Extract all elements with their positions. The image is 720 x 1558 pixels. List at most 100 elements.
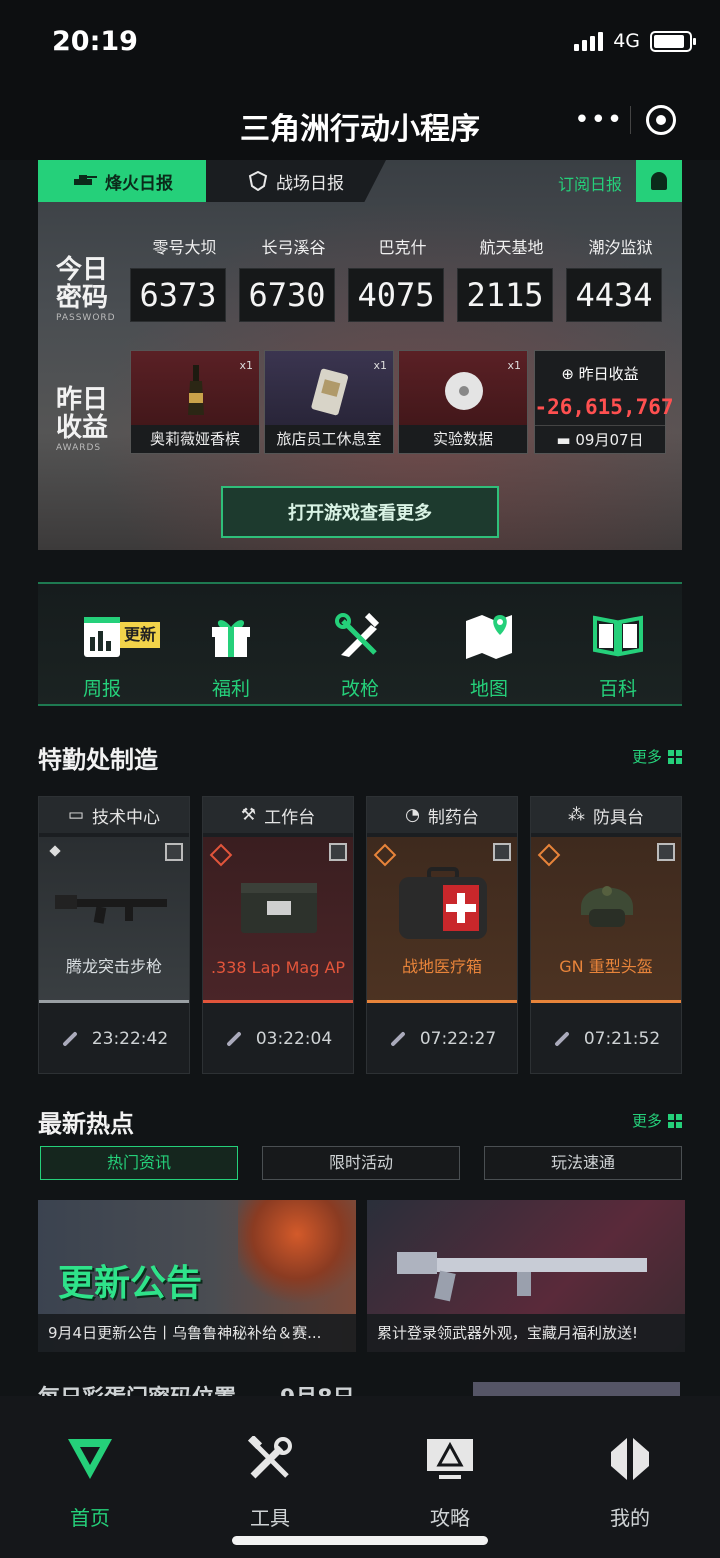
craft-timer: 23:22:42 <box>91 1029 169 1049</box>
crafting-more-link[interactable]: 更多 <box>632 746 682 767</box>
grid-icon <box>668 1113 682 1128</box>
map-name: 航天基地 <box>479 238 544 257</box>
yesterday-items: x1 奥莉薇娅香槟 x1 旅店员工休息室 x1 实验数据 <box>130 350 528 454</box>
open-game-button[interactable]: 打开游戏查看更多 <box>221 486 499 538</box>
craft-item-name: 战地医疗箱 <box>401 957 482 976</box>
tab-gameplay-guide[interactable]: 玩法速通 <box>484 1146 682 1180</box>
craft-item-name: .338 Lap Mag AP <box>210 958 346 977</box>
station-name: 防具台 <box>593 807 644 828</box>
password-heading: 今日 密码 PASSWORD <box>56 255 116 323</box>
quick-link-wiki[interactable]: 百科 <box>568 610 668 701</box>
profile-logo-icon <box>602 1434 658 1484</box>
document-icon <box>493 843 511 861</box>
station-name: 制药台 <box>427 807 479 828</box>
rarity-diamond-icon <box>209 843 233 867</box>
award-item[interactable]: x1 实验数据 <box>398 350 528 454</box>
wrench-icon <box>388 1030 406 1048</box>
craft-station-armor[interactable]: ⁂ 防具台 GN 重型头盔 07:21:52 <box>530 796 682 1074</box>
earnings-value: -26,615,767 <box>534 395 674 419</box>
hot-title: 最新热点 <box>38 1110 134 1138</box>
map-name: 潮汐监狱 <box>588 238 653 257</box>
disc-icon <box>445 372 483 410</box>
map-password: 6730 <box>239 268 335 322</box>
rifle-icon <box>55 895 167 924</box>
champagne-bottle-icon <box>188 365 204 415</box>
awards-title: 昨日 收益 <box>56 385 109 443</box>
next-headline-thumb <box>473 1382 680 1396</box>
quick-link-map[interactable]: 地图 <box>439 610 539 701</box>
tab-limited-events[interactable]: 限时活动 <box>262 1146 460 1180</box>
map-name: 长弓溪谷 <box>261 238 326 257</box>
craft-item-name: 腾龙突击步枪 <box>65 957 162 976</box>
document-icon <box>657 843 675 861</box>
tab-battlefield-daily[interactable]: 战场日报 <box>206 160 386 202</box>
news-overlay-title: 更新公告 <box>58 1263 203 1304</box>
quick-link-label: 改枪 <box>340 678 379 700</box>
craft-station-pharmacy[interactable]: ◔ 制药台 战地医疗箱 07:22:27 <box>366 796 518 1074</box>
helmet-badge-icon <box>248 171 268 191</box>
armor-plates-icon: ⁂ <box>568 805 585 825</box>
craft-item-name: GN 重型头盔 <box>559 957 653 976</box>
ammo-box-icon <box>241 883 317 933</box>
yesterday-earnings: ⊕ 昨日收益 -26,615,767 ▬ 09月07日 <box>534 350 674 454</box>
wrench-icon <box>552 1030 570 1048</box>
home-indicator[interactable] <box>232 1536 488 1545</box>
map-password: 4434 <box>566 268 662 322</box>
awards-heading: 昨日 收益 AWARDS <box>56 385 109 453</box>
quick-link-gun-mod[interactable]: 改枪 <box>310 610 410 701</box>
medical-kit-icon <box>399 867 487 939</box>
map-name: 零号大坝 <box>152 238 217 257</box>
target-close-icon[interactable] <box>630 105 692 135</box>
tab-home[interactable]: 首页 <box>30 1434 150 1531</box>
gun-wrench-icon <box>333 610 387 662</box>
rarity-diamond-icon <box>373 843 397 867</box>
tab-hot-news[interactable]: 热门资讯 <box>40 1146 238 1180</box>
open-book-icon <box>591 610 645 662</box>
quick-links: 更新 周报 福利 改枪 地图 百科 <box>38 582 682 706</box>
status-bar: 20:19 4G <box>0 0 720 88</box>
wrench-icon <box>224 1030 242 1048</box>
gift-icon <box>204 610 258 662</box>
quick-link-weekly-report[interactable]: 更新 周报 <box>52 610 160 701</box>
tab-fenghuo-daily[interactable]: 烽火日报 <box>38 160 206 202</box>
tab-tools[interactable]: 工具 <box>210 1434 330 1531</box>
quick-link-benefits[interactable]: 福利 <box>181 610 281 701</box>
status-time: 20:19 <box>52 26 138 57</box>
capsule-menu: ••• <box>568 96 692 144</box>
earnings-label: ⊕ 昨日收益 <box>561 365 639 383</box>
map-names: 零号大坝 长弓溪谷 巴克什 航天基地 潮汐监狱 <box>130 234 675 258</box>
hot-more-link[interactable]: 更多 <box>632 1110 682 1131</box>
document-icon <box>165 843 183 861</box>
craft-timer: 03:22:04 <box>255 1029 333 1049</box>
map-password: 6373 <box>130 268 226 322</box>
subscribe-daily-link[interactable]: 订阅日报 <box>558 171 622 195</box>
rarity-diamond-icon <box>537 843 561 867</box>
grid-icon <box>668 749 682 764</box>
craft-timer: 07:22:27 <box>419 1029 497 1049</box>
weapon-skin-image <box>397 1252 647 1302</box>
tab-label: 工具 <box>250 1506 290 1530</box>
bottom-tab-bar: 首页 工具 攻略 我的 <box>0 1396 720 1558</box>
rarity-diamond-icon <box>49 845 61 857</box>
home-logo-icon <box>62 1434 118 1484</box>
battery-icon <box>650 30 696 52</box>
craft-timer: 07:21:52 <box>583 1029 661 1049</box>
award-item[interactable]: x1 旅店员工休息室 <box>264 350 394 454</box>
quick-link-label: 地图 <box>469 678 508 700</box>
tab-profile[interactable]: 我的 <box>570 1434 690 1531</box>
map-pin-icon <box>462 610 516 662</box>
network-type: 4G <box>613 30 640 52</box>
tab-guides[interactable]: 攻略 <box>390 1434 510 1531</box>
hammer-wrench-icon: ⚒ <box>240 805 257 825</box>
station-name: 技术中心 <box>92 807 161 828</box>
craft-station-workbench[interactable]: ⚒ 工作台 .338 Lap Mag AP 03:22:04 <box>202 796 354 1074</box>
bell-icon[interactable] <box>636 160 682 202</box>
craft-station-tech[interactable]: ▭ 技术中心 腾龙突击步枪 23:22:42 <box>38 796 190 1074</box>
map-name: 巴克什 <box>378 238 427 257</box>
news-card[interactable]: 更新公告 9月4日更新公告丨乌鲁鲁神秘补给＆赛... <box>38 1200 356 1352</box>
pill-icon: ◔ <box>405 805 420 825</box>
award-item[interactable]: x1 奥莉薇娅香槟 <box>130 350 260 454</box>
more-dots-icon[interactable]: ••• <box>568 105 630 135</box>
tank-icon <box>74 175 97 185</box>
news-card[interactable]: 累计登录领武器外观，宝藏月福利放送! <box>367 1200 685 1352</box>
